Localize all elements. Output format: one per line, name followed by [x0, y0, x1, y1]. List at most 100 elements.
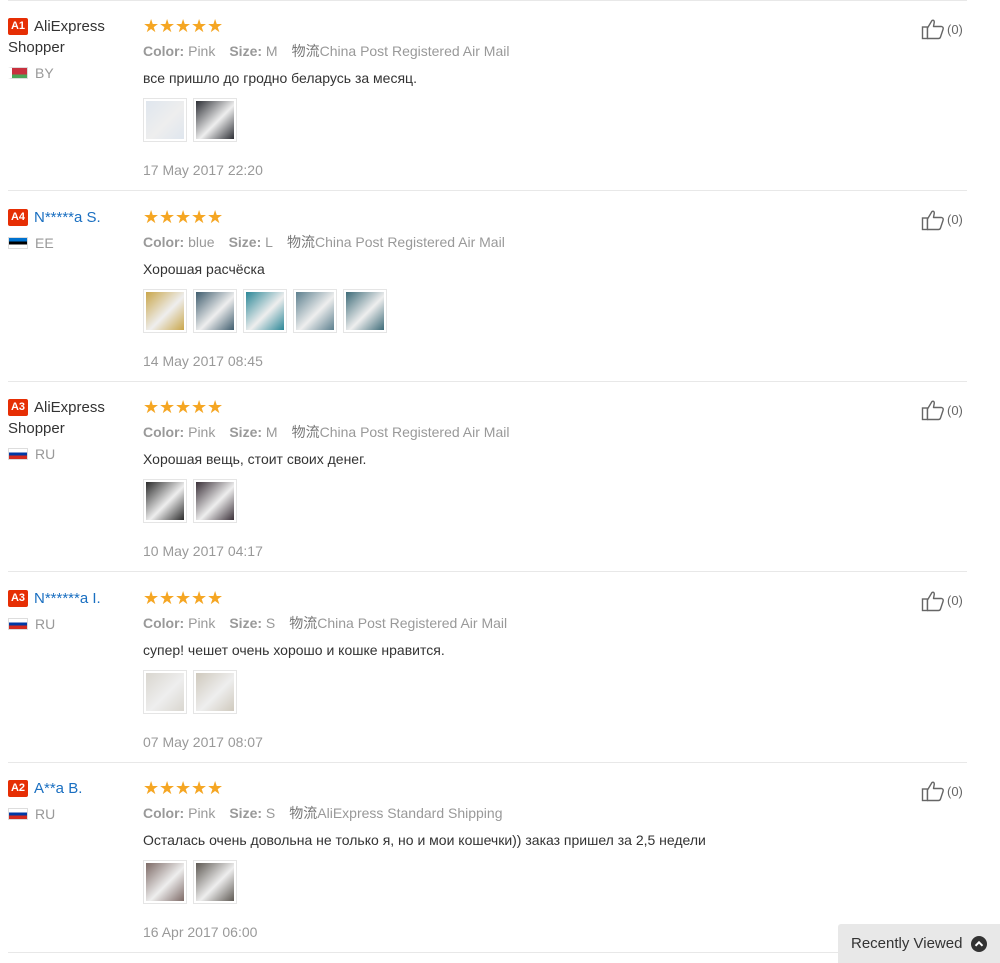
- buyer-level-badge: A1: [8, 18, 28, 35]
- photo-image: [146, 672, 184, 711]
- rating-star-icon: ★: [175, 16, 192, 36]
- country-code: RU: [35, 615, 56, 632]
- shipping-value: AliExpress Standard Shipping: [317, 805, 503, 821]
- size-value: S: [265, 805, 276, 821]
- shipping-label: 物流: [286, 233, 315, 250]
- helpful-button[interactable]: (0): [921, 590, 963, 612]
- review-photo[interactable]: [243, 288, 287, 333]
- shipping-label: 物流: [289, 805, 318, 821]
- helpful-button[interactable]: (0): [921, 18, 963, 40]
- reviewer-name-row[interactable]: A2 A**a B.: [8, 778, 133, 799]
- color-value: blue: [188, 233, 215, 250]
- reviewer-name-row[interactable]: A3 N******a I.: [8, 588, 133, 609]
- recently-viewed-button[interactable]: Recently Viewed: [838, 924, 1000, 963]
- rating-star-icon: ★: [143, 778, 160, 798]
- buyer-level-badge: A3: [8, 399, 28, 416]
- shipping-value: China Post Registered Air Mail: [319, 43, 510, 59]
- rating-star-icon: ★: [191, 16, 208, 36]
- rating-star-icon: ★: [175, 206, 192, 227]
- thumbs-up-icon: [921, 19, 944, 40]
- rating-star-icon: ★: [159, 397, 176, 417]
- size-value: M: [265, 43, 278, 59]
- rating-star-icon: ★: [175, 587, 192, 608]
- country-flag-icon: [8, 448, 28, 460]
- helpful-button[interactable]: (0): [921, 780, 963, 802]
- color-label: Color:: [143, 805, 185, 821]
- review-photo[interactable]: [193, 288, 237, 333]
- rating-star-icon: ★: [143, 397, 160, 417]
- size-label: Size:: [229, 805, 263, 821]
- rating-star-icon: ★: [175, 778, 192, 798]
- rating-star-icon: ★: [207, 397, 224, 417]
- review-photo[interactable]: [143, 669, 187, 714]
- rating-star-icon: ★: [159, 778, 176, 798]
- review-item: A4 N*****a S. EE ★★★★★ Color: blue Size: L 物流C…: [0, 192, 1000, 382]
- shipping-value: China Post Registered Air Mail: [319, 424, 510, 440]
- review-photo[interactable]: [143, 98, 187, 142]
- review-photo[interactable]: [143, 860, 187, 904]
- buyer-level-badge: A4: [8, 208, 28, 226]
- review-divider: [8, 952, 967, 953]
- review-date: 14 May 2017 08:45: [143, 352, 263, 369]
- review-photo[interactable]: [143, 288, 187, 333]
- photo-image: [196, 482, 234, 520]
- photo-image: [146, 291, 184, 330]
- review-item: A1 AliExpress Shopper BY ★★★★★ Color: Pink Si…: [0, 1, 1000, 191]
- review-text: Осталась очень довольна не только я, но …: [143, 832, 706, 848]
- review-text: Хорошая расчёска: [143, 260, 265, 277]
- review-photos: [143, 860, 903, 906]
- thumbs-up-icon: [921, 591, 944, 611]
- photo-image: [146, 863, 184, 901]
- size-label: Size:: [229, 424, 263, 440]
- helpful-button[interactable]: (0): [921, 399, 963, 421]
- review-photo[interactable]: [343, 288, 387, 333]
- review-text: Хорошая вещь, стоит своих денег.: [143, 451, 367, 467]
- review-photo[interactable]: [293, 288, 337, 333]
- review-photo[interactable]: [193, 479, 237, 523]
- size-value: L: [265, 233, 273, 250]
- helpful-count: (0): [947, 783, 963, 799]
- thumbs-up-icon: [921, 210, 944, 230]
- star-rating: ★★★★★: [143, 589, 903, 607]
- review-photo[interactable]: [193, 98, 237, 142]
- review-date: 17 May 2017 22:20: [143, 162, 263, 178]
- reviewer-name: A**a B.: [34, 780, 83, 797]
- buyer-level-badge: A2: [8, 780, 28, 797]
- helpful-button[interactable]: (0): [921, 209, 963, 231]
- reviewer-name: N*****a S.: [34, 208, 101, 226]
- reviewer-name: N******a I.: [34, 589, 101, 607]
- rating-star-icon: ★: [191, 397, 208, 417]
- review-photo[interactable]: [143, 479, 187, 523]
- reviewer-info: A3 AliExpress Shopper RU: [8, 397, 133, 463]
- shipping-value: China Post Registered Air Mail: [314, 233, 505, 250]
- rating-star-icon: ★: [159, 206, 176, 227]
- reviewer-name-row[interactable]: A4 N*****a S.: [8, 207, 133, 228]
- review-date: 07 May 2017 08:07: [143, 733, 263, 750]
- review-text: супер! чешет очень хорошо и кошке нравит…: [143, 641, 445, 658]
- review-photos: [143, 479, 903, 525]
- color-label: Color:: [143, 43, 185, 59]
- photo-image: [196, 291, 234, 330]
- rating-star-icon: ★: [159, 16, 176, 36]
- color-label: Color:: [143, 424, 185, 440]
- country-flag-icon: [8, 67, 28, 79]
- photo-image: [296, 291, 334, 330]
- size-label: Size:: [229, 614, 263, 631]
- reviewer-country: BY: [8, 64, 133, 82]
- review-photo[interactable]: [193, 669, 237, 714]
- recently-viewed-label: Recently Viewed: [851, 935, 963, 952]
- shipping-label: 物流: [291, 43, 320, 59]
- photo-image: [146, 101, 184, 139]
- photo-image: [146, 482, 184, 520]
- thumbs-up-icon: [921, 400, 944, 421]
- reviewer-info: A1 AliExpress Shopper BY: [8, 16, 133, 82]
- review-photo[interactable]: [193, 860, 237, 904]
- color-value: Pink: [188, 805, 216, 821]
- size-value: M: [265, 424, 278, 440]
- size-label: Size:: [228, 233, 262, 250]
- review-date: 10 May 2017 04:17: [143, 543, 263, 559]
- order-attributes: Color: Pink Size: M 物流China Post Registere…: [143, 422, 903, 442]
- order-attributes: Color: Pink Size: S 物流China Post Registere…: [143, 613, 903, 633]
- review-text: все пришло до гродно беларусь за месяц.: [143, 70, 417, 86]
- review-date: 16 Apr 2017 06:00: [143, 924, 258, 940]
